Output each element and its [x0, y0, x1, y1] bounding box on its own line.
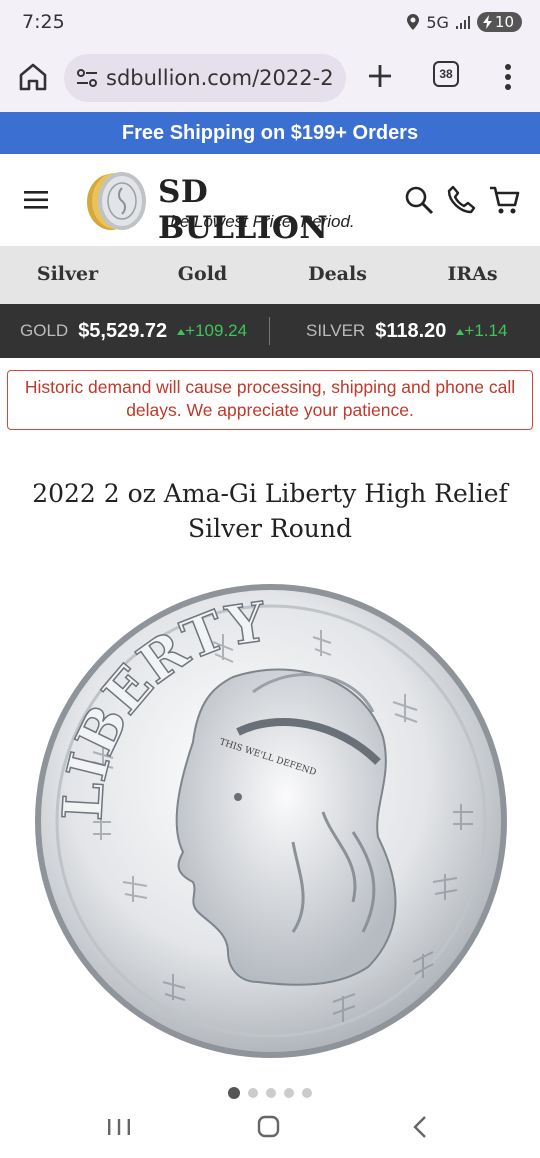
- price-ticker: GOLD $5,529.72 +109.24 SILVER $118.20 +1…: [0, 304, 540, 358]
- carousel-dot[interactable]: [248, 1088, 258, 1098]
- silver-ticker[interactable]: SILVER $118.20 +1.14: [306, 304, 507, 358]
- nav-item-deals[interactable]: Deals: [270, 246, 405, 304]
- recents-icon[interactable]: [104, 1114, 134, 1140]
- url-text[interactable]: sdbullion.com/2022-2: [106, 66, 334, 90]
- location-icon: [407, 14, 420, 30]
- gold-ticker[interactable]: GOLD $5,529.72 +109.24: [20, 304, 247, 358]
- silver-label: SILVER: [306, 321, 366, 340]
- tune-icon[interactable]: [76, 68, 98, 88]
- status-time: 7:25: [22, 11, 65, 33]
- carousel-dots: [0, 1087, 540, 1100]
- gold-price: $5,529.72: [78, 319, 168, 342]
- gold-change: +109.24: [177, 321, 247, 341]
- home-icon[interactable]: [16, 60, 50, 94]
- home-nav-icon[interactable]: [253, 1114, 283, 1140]
- category-nav: Silver Gold Deals IRAs: [0, 246, 540, 304]
- address-bar[interactable]: sdbullion.com/2022-2: [64, 54, 346, 102]
- product-title: 2022 2 oz Ama-Gi Liberty High Relief Sil…: [32, 479, 508, 543]
- logo-coins-icon: [87, 172, 146, 230]
- charging-icon: [482, 15, 492, 29]
- gold-label: GOLD: [20, 321, 69, 340]
- status-indicators: 5G 10: [406, 12, 522, 32]
- search-icon[interactable]: [403, 184, 435, 216]
- tab-count: 38: [439, 67, 453, 81]
- browser-toolbar: sdbullion.com/2022-2 38: [0, 46, 540, 112]
- signal-icon: [455, 16, 470, 29]
- nav-item-iras[interactable]: IRAs: [405, 246, 540, 304]
- silver-price: $118.20: [375, 319, 447, 342]
- battery-level: 10: [494, 13, 514, 31]
- carousel-dot[interactable]: [266, 1088, 276, 1098]
- logo-tagline: The Lowest Price. Period.: [160, 212, 355, 231]
- nav-item-silver[interactable]: Silver: [0, 246, 135, 304]
- hamburger-icon[interactable]: [22, 188, 50, 212]
- silver-change: +1.14: [456, 321, 507, 341]
- up-arrow-icon: [177, 329, 186, 335]
- plus-icon[interactable]: [364, 60, 396, 92]
- gold-change-value: +109.24: [185, 321, 248, 340]
- carousel-dot[interactable]: [302, 1088, 312, 1098]
- tab-switcher-icon[interactable]: 38: [433, 61, 459, 87]
- carousel-dot[interactable]: [228, 1087, 240, 1099]
- logo-wordmark: SD BULLION: [158, 174, 329, 246]
- demand-notice: Historic demand will cause processing, s…: [7, 370, 533, 430]
- more-vert-icon[interactable]: [496, 60, 520, 94]
- ticker-divider: [269, 317, 270, 345]
- site-logo[interactable]: SD BULLION The Lowest Price. Period.: [84, 168, 384, 246]
- back-icon[interactable]: [406, 1114, 436, 1140]
- silver-change-value: +1.14: [464, 321, 508, 340]
- battery-indicator: 10: [476, 12, 522, 32]
- network-label: 5G: [426, 12, 449, 32]
- system-nav-bar: [0, 1100, 540, 1158]
- phone-icon[interactable]: [445, 184, 477, 216]
- site-header: SD BULLION The Lowest Price. Period.: [0, 154, 540, 246]
- promo-banner[interactable]: Free Shipping on $199+ Orders: [0, 112, 540, 154]
- carousel-dot[interactable]: [284, 1088, 294, 1098]
- status-bar: 7:25 5G 10: [0, 0, 540, 46]
- product-image[interactable]: LIBERTY THIS WE'LL DEFEND: [33, 582, 509, 1060]
- nav-item-gold[interactable]: Gold: [135, 246, 270, 304]
- cart-icon[interactable]: [488, 184, 520, 216]
